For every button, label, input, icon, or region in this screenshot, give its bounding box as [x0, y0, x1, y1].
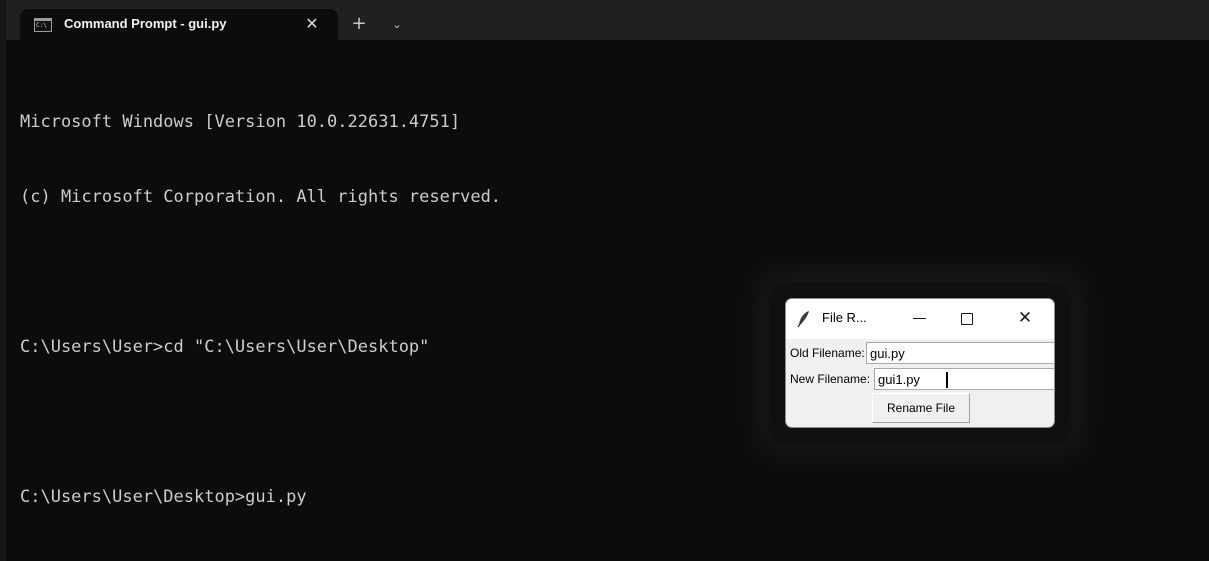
window-titlebar[interactable]: File R... ✕ — [786, 299, 1054, 339]
minimize-icon — [913, 318, 926, 319]
new-tab-button[interactable]: + — [346, 13, 372, 37]
text-cursor — [946, 372, 948, 388]
desktop-screen: C:\ Command Prompt - gui.py ✕ + ⌄ Micros… — [0, 0, 1209, 561]
tab-close-button[interactable]: ✕ — [300, 12, 324, 36]
chevron-down-icon[interactable]: ⌄ — [386, 13, 408, 37]
terminal-tab-bar: C:\ Command Prompt - gui.py ✕ + ⌄ — [6, 0, 1209, 40]
window-edge — [0, 0, 6, 561]
console-line: (c) Microsoft Corporation. All rights re… — [20, 187, 502, 207]
console-line: C:\Users\User\Desktop>gui.py — [20, 487, 307, 507]
tab-command-prompt[interactable]: C:\ Command Prompt - gui.py ✕ — [20, 9, 338, 40]
new-filename-label: New Filename: — [790, 372, 871, 386]
new-filename-input[interactable] — [874, 368, 1054, 390]
tab-title: Command Prompt - gui.py — [64, 16, 227, 31]
old-filename-label: Old Filename: — [790, 346, 865, 360]
command-prompt-icon: C:\ — [34, 18, 52, 32]
console-line: Microsoft Windows [Version 10.0.22631.47… — [20, 112, 461, 132]
feather-icon — [797, 311, 809, 328]
file-rename-window: File R... ✕ Old Filename: New Filename: … — [785, 298, 1055, 428]
rename-file-button[interactable]: Rename File — [872, 393, 970, 423]
console-line: C:\Users\User>cd "C:\Users\User\Desktop" — [20, 337, 430, 357]
close-button[interactable]: ✕ — [1004, 299, 1046, 339]
maximize-icon — [961, 313, 973, 325]
maximize-button[interactable] — [946, 299, 988, 339]
close-icon: ✕ — [1017, 308, 1033, 328]
minimize-button[interactable] — [899, 299, 941, 339]
console-output[interactable]: Microsoft Windows [Version 10.0.22631.47… — [20, 60, 501, 560]
window-title: File R... — [822, 310, 867, 325]
old-filename-input[interactable] — [866, 342, 1054, 364]
